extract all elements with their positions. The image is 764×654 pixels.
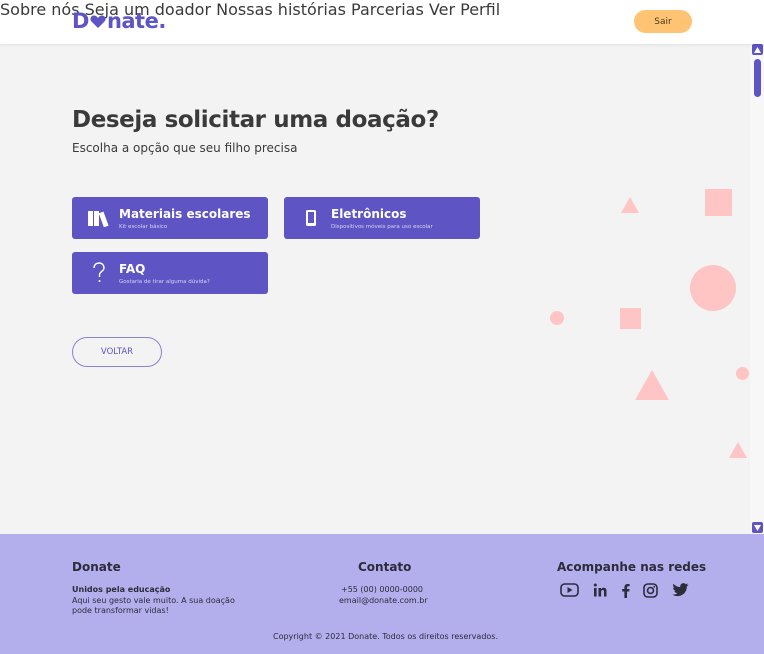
- scrollbar-thumb[interactable]: [754, 59, 761, 97]
- footer-copyright: Copyright © 2021 Donate. Todos os direit…: [273, 632, 498, 641]
- option-subtitle: Dispositivos móveis para uso escolar: [331, 224, 433, 230]
- footer-tagline: Unidos pela educação: [72, 585, 171, 594]
- triangle-decoration: [621, 197, 639, 213]
- footer-description: Aqui seu gesto vale muito. A sua doação: [72, 596, 235, 605]
- option-card-materiais[interactable]: Materiais escolares Kit escolar básico: [72, 197, 268, 239]
- logo-text-end: nate.: [106, 9, 166, 33]
- footer-email[interactable]: email@donate.com.br: [339, 596, 428, 605]
- option-title: FAQ: [119, 262, 146, 276]
- smartphone-icon: [298, 207, 324, 229]
- nav-ver-perfil[interactable]: Ver Perfil: [429, 0, 500, 19]
- square-decoration: [620, 308, 641, 329]
- youtube-icon[interactable]: [559, 582, 579, 598]
- scroll-up-icon[interactable]: [752, 44, 763, 55]
- option-title: Materiais escolares: [119, 207, 251, 221]
- scrollbar-track[interactable]: [750, 44, 764, 534]
- logout-button[interactable]: Sair: [634, 10, 692, 33]
- footer-phone: +55 (00) 0000-0000: [341, 585, 423, 594]
- circle-decoration: [690, 265, 736, 311]
- books-icon: [86, 207, 112, 229]
- circle-decoration: [550, 311, 564, 325]
- scroll-down-icon[interactable]: [752, 522, 763, 533]
- question-icon: [86, 262, 112, 284]
- logo-text-start: D: [72, 9, 89, 33]
- option-card-faq[interactable]: FAQ Gostaria de tirar alguma dúvida?: [72, 252, 268, 294]
- option-card-eletronicos[interactable]: Eletrônicos Dispositivos móveis para uso…: [284, 197, 480, 239]
- nav-sobre-nos[interactable]: Sobre nós: [0, 0, 80, 19]
- main-content: Deseja solicitar uma doação? Escolha a o…: [0, 44, 750, 534]
- top-navbar: Dnate. Sobre nós Seja um doador Nossas h…: [0, 0, 764, 44]
- heart-icon: [90, 15, 106, 28]
- circle-decoration: [736, 367, 749, 380]
- instagram-icon[interactable]: [642, 582, 658, 598]
- linkedin-icon[interactable]: [592, 582, 608, 598]
- page-subtitle: Escolha a opção que seu filho precisa: [72, 141, 298, 155]
- footer-contact-title: Contato: [358, 560, 412, 574]
- footer-description: pode transformar vidas!: [72, 606, 169, 615]
- triangle-decoration: [729, 442, 747, 458]
- option-subtitle: Kit escolar básico: [119, 224, 168, 230]
- twitter-icon[interactable]: [671, 582, 689, 598]
- facebook-icon[interactable]: [618, 582, 632, 598]
- donate-logo[interactable]: Dnate.: [72, 9, 166, 33]
- option-subtitle: Gostaria de tirar alguma dúvida?: [119, 279, 210, 285]
- page-title: Deseja solicitar uma doação?: [72, 107, 439, 133]
- triangle-decoration: [635, 370, 669, 400]
- option-title: Eletrônicos: [331, 207, 407, 221]
- footer-brand: Donate: [72, 560, 121, 574]
- back-button[interactable]: VOLTAR: [72, 337, 162, 367]
- footer-social-title: Acompanhe nas redes: [557, 560, 707, 574]
- nav-nossas-historias[interactable]: Nossas histórias: [216, 0, 346, 19]
- square-decoration: [705, 189, 732, 216]
- nav-parcerias[interactable]: Parcerias: [351, 0, 424, 19]
